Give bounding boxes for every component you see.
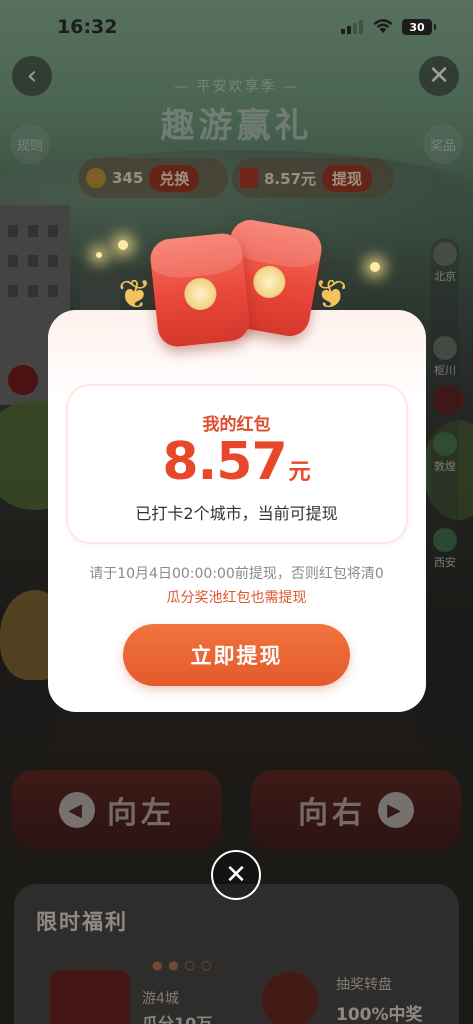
- checkin-description: 已打卡2个城市，当前可提现: [135, 504, 338, 523]
- sparkle-decoration: [370, 262, 380, 272]
- sparkle-decoration: [96, 252, 102, 258]
- wifi-icon: [372, 18, 394, 34]
- cellular-signal-icon: [341, 20, 363, 34]
- pool-note: 瓜分奖池红包也需提现: [166, 590, 307, 606]
- amount-unit: 元: [288, 460, 311, 485]
- deadline-note: 请于10月4日00:00:00前提现，否则红包将清0: [89, 566, 384, 582]
- laurel-right-icon: ❦: [314, 272, 348, 318]
- amount-value: 8.57: [162, 432, 287, 492]
- red-packet-amount: 8.57元: [0, 432, 473, 492]
- status-bar: 16:32 30: [0, 0, 473, 50]
- red-envelope-icon: [148, 231, 252, 349]
- status-time: 16:32: [57, 16, 118, 38]
- close-dialog-button[interactable]: ✕: [211, 850, 261, 900]
- red-envelope-illustration: ❦ ❦: [118, 212, 348, 362]
- laurel-left-icon: ❦: [118, 272, 152, 318]
- close-icon: ✕: [225, 860, 247, 890]
- battery-icon: 30: [402, 19, 436, 35]
- withdraw-now-button[interactable]: 立即提现: [123, 624, 350, 686]
